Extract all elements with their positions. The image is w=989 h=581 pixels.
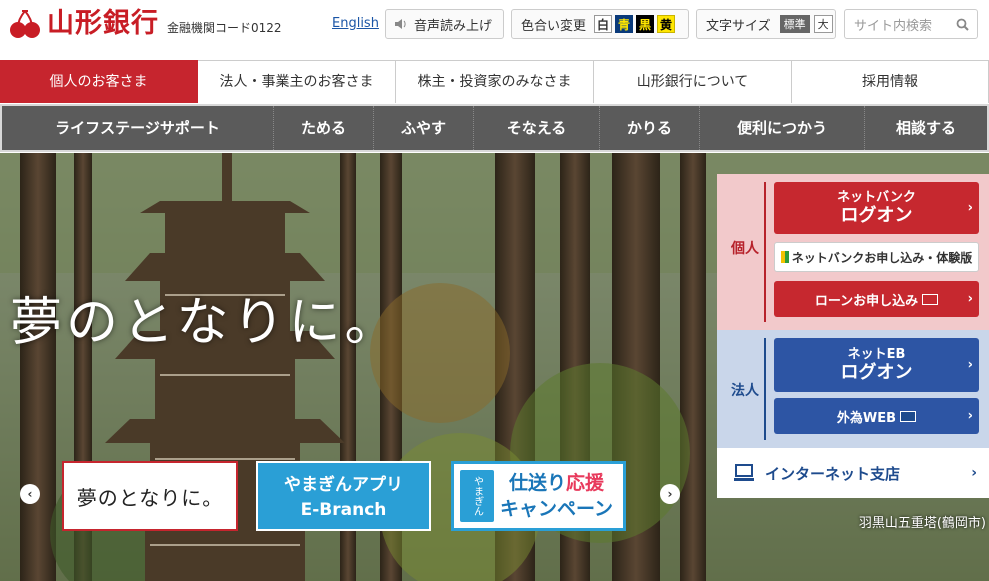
corporate-section: 法人 ネットEB ログオン › 外為WEB ›	[717, 330, 989, 448]
speaker-icon	[395, 19, 406, 29]
personal-section: 個人 ネットバンク ログオン › ネットバンクお申し込み・体験版 › ローンお申…	[717, 174, 989, 330]
logo-name: 山形銀行	[47, 8, 159, 39]
logo[interactable]: 山形銀行 金融機関コード0122	[8, 9, 282, 39]
personal-label: 個人	[731, 241, 759, 257]
chevron-right-icon: ›	[967, 408, 973, 424]
loan-apply-button[interactable]: ローンお申し込み ›	[774, 281, 979, 317]
chevron-right-icon: ›	[967, 291, 973, 307]
chevron-right-icon: ›	[667, 487, 673, 501]
neteb-logon-button[interactable]: ネットEB ログオン ›	[774, 338, 979, 392]
netbank-apply-button[interactable]: ネットバンクお申し込み・体験版 ›	[774, 242, 979, 272]
nav-convenient[interactable]: 便利につかう	[700, 106, 865, 150]
netbank-apply-label: ネットバンクお申し込み・体験版	[791, 250, 973, 265]
neteb-line1: ネットEB	[847, 347, 906, 362]
banner-shiokuri[interactable]: やまぎん 仕送り応援 キャンペーン	[451, 461, 626, 531]
color-blue-button[interactable]: 青	[615, 15, 634, 33]
search-box[interactable]: サイト内検索	[844, 9, 978, 39]
nav-save[interactable]: ためる	[274, 106, 374, 150]
header: 山形銀行 金融機関コード0122 English 音声読み上げ 色合い変更 白 …	[0, 0, 989, 48]
tab-corporate[interactable]: 法人・事業主のお客さま	[198, 60, 396, 103]
font-size-label: 文字サイズ	[706, 18, 771, 34]
corporate-label: 法人	[731, 383, 759, 399]
font-standard-button[interactable]: 標準	[779, 15, 810, 33]
window-icon	[900, 410, 917, 422]
banner-shiokuri-a: 仕送り	[509, 472, 567, 494]
hero-slideshow: 夢のとなりに。 ‹ › 夢のとなりに。 やまぎんアプリ E-Branch やまぎ…	[0, 153, 989, 581]
netbank-logon-button[interactable]: ネットバンク ログオン ›	[774, 182, 979, 234]
internet-branch-label: インターネット支店	[765, 464, 901, 483]
yamagin-logo: やまぎん	[460, 470, 494, 522]
personal-divider	[764, 182, 766, 322]
forex-web-label: 外為WEB	[836, 410, 897, 426]
color-white-button[interactable]: 白	[594, 15, 613, 33]
banner-app[interactable]: やまぎんアプリ E-Branch	[256, 461, 431, 531]
chevron-right-icon: ›	[967, 200, 973, 216]
chevron-left-icon: ‹	[27, 487, 33, 501]
window-icon	[922, 293, 939, 305]
nav-grow[interactable]: ふやす	[374, 106, 474, 150]
banner-app-line1: やまぎんアプリ	[284, 475, 403, 495]
banner-app-line2: E-Branch	[300, 500, 387, 520]
beginner-mark-icon	[780, 251, 789, 263]
english-link[interactable]: English	[332, 16, 379, 31]
internet-branch-button[interactable]: インターネット支店 ›	[717, 448, 989, 498]
color-black-button[interactable]: 黒	[636, 15, 655, 33]
secondary-nav: ライフステージサポート ためる ふやす そなえる かりる 便利につかう 相談する	[0, 104, 989, 152]
forex-web-button[interactable]: 外為WEB ›	[774, 398, 979, 434]
color-change-label: 色合い変更	[521, 18, 587, 34]
search-input[interactable]: サイト内検索	[845, 15, 956, 34]
font-size-group: 文字サイズ 標準 大	[696, 9, 836, 39]
login-panel: 個人 ネットバンク ログオン › ネットバンクお申し込み・体験版 › ローンお申…	[717, 174, 989, 498]
hero-slogan: 夢のとなりに。	[10, 293, 401, 353]
speech-label: 音声読み上げ	[414, 18, 493, 34]
chevron-right-icon: ›	[966, 249, 972, 265]
search-icon[interactable]	[956, 18, 969, 31]
nav-prepare[interactable]: そなえる	[474, 106, 600, 150]
tab-personal[interactable]: 個人のお客さま	[0, 60, 198, 103]
slide-prev-button[interactable]: ‹	[20, 484, 40, 504]
nav-borrow[interactable]: かりる	[600, 106, 700, 150]
color-yellow-button[interactable]: 黄	[657, 15, 676, 33]
institution-code: 金融機関コード0122	[167, 21, 282, 35]
chevron-right-icon: ›	[967, 357, 973, 373]
computer-icon	[734, 464, 754, 481]
color-change-group: 色合い変更 白 青 黒 黄	[511, 9, 689, 39]
photo-caption: 羽黒山五重塔(鶴岡市)	[858, 516, 986, 531]
speech-button[interactable]: 音声読み上げ	[385, 9, 504, 39]
loan-apply-label: ローンお申し込み	[814, 293, 919, 309]
primary-nav: 個人のお客さま 法人・事業主のお客さま 株主・投資家のみなさま 山形銀行について…	[0, 60, 989, 103]
netbank-line1: ネットバンク	[837, 190, 916, 205]
cherry-logo-icon	[8, 9, 42, 39]
nav-consult[interactable]: 相談する	[865, 106, 987, 150]
corporate-divider	[764, 338, 766, 440]
font-large-button[interactable]: 大	[813, 15, 833, 33]
tab-shareholders[interactable]: 株主・投資家のみなさま	[396, 60, 594, 103]
chevron-right-icon: ›	[971, 465, 977, 481]
netbank-line2: ログオン	[840, 205, 913, 226]
banner-shiokuri-line2: キャンペーン	[500, 498, 614, 520]
tab-recruit[interactable]: 採用情報	[792, 60, 989, 103]
tab-about[interactable]: 山形銀行について	[594, 60, 792, 103]
banner-shiokuri-b: 応援	[566, 472, 605, 494]
slide-next-button[interactable]: ›	[660, 484, 680, 504]
neteb-line2: ログオン	[840, 362, 913, 383]
banner-yume[interactable]: 夢のとなりに。	[62, 461, 238, 531]
nav-life-stage[interactable]: ライフステージサポート	[2, 106, 274, 150]
